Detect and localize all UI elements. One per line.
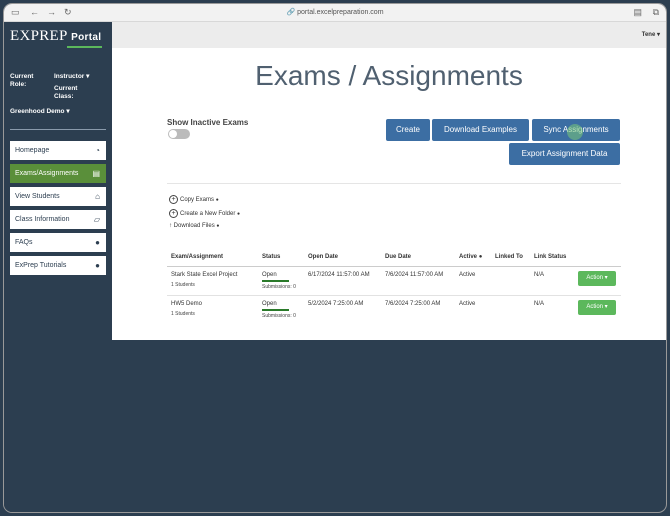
nav-view-students[interactable]: View Students ⌂ bbox=[10, 187, 106, 206]
institution-icon: ⌂ bbox=[95, 192, 100, 201]
divider bbox=[10, 129, 106, 130]
student-count: 1 Students bbox=[171, 282, 195, 288]
submissions: Submissions: 0 bbox=[262, 313, 296, 319]
plus-circle-icon: + bbox=[169, 209, 178, 218]
logo: EXPREP Portal bbox=[10, 28, 102, 44]
divider bbox=[167, 183, 621, 184]
question-circle-icon: ● bbox=[95, 261, 100, 270]
cursor-highlight bbox=[567, 124, 583, 140]
due-date: 7/6/2024 11:57:00 AM bbox=[385, 272, 444, 278]
status-open: Open bbox=[262, 272, 277, 278]
header-rule bbox=[167, 266, 621, 267]
show-inactive-label: Show Inactive Exams bbox=[167, 118, 249, 127]
nav-faqs[interactable]: FAQs ● bbox=[10, 233, 106, 252]
help-icon: ● bbox=[237, 211, 241, 218]
nav-exprep-tutorials[interactable]: ExPrep Tutorials ● bbox=[10, 256, 106, 275]
link-status: N/A bbox=[534, 272, 545, 278]
col-active[interactable]: Active ● bbox=[459, 254, 482, 260]
download-files-link[interactable]: ↑ Download Files ● bbox=[169, 221, 219, 231]
col-status[interactable]: Status bbox=[262, 254, 280, 260]
help-icon: ● bbox=[216, 223, 220, 229]
copy-exams-link[interactable]: + Copy Exams ● bbox=[169, 195, 219, 205]
main-content: Tene ▾ Exams / Assignments Show Inactive… bbox=[112, 22, 666, 340]
due-date: 7/6/2024 7:25:00 AM bbox=[385, 301, 441, 307]
class-dropdown[interactable]: Greenhood Demo ▾ bbox=[10, 108, 70, 116]
browser-toolbar: ▭ ← → ↻ 🔗 portal.excelpreparation.com ▤ … bbox=[4, 4, 666, 22]
role-dropdown[interactable]: Instructor ▾ bbox=[54, 73, 89, 81]
exam-name[interactable]: Stark State Excel Project bbox=[171, 272, 237, 278]
row-divider bbox=[167, 295, 621, 296]
col-exam[interactable]: Exam/Assignment bbox=[171, 254, 223, 260]
link-icon: 🔗 bbox=[286, 9, 298, 16]
arrow-up-icon: ↑ bbox=[169, 223, 172, 229]
page-title: Exams / Assignments bbox=[255, 60, 523, 91]
address-bar[interactable]: 🔗 portal.excelpreparation.com bbox=[4, 7, 666, 18]
help-icon: ● bbox=[215, 197, 219, 204]
tabs-icon[interactable]: ⧉ bbox=[653, 7, 659, 18]
file-icon: ▤ bbox=[92, 169, 100, 178]
col-link-status[interactable]: Link Status bbox=[534, 254, 566, 260]
exam-name[interactable]: HW5 Demo bbox=[171, 301, 202, 307]
open-date: 5/2/2024 7:25:00 AM bbox=[308, 301, 364, 307]
nav-exams-assignments[interactable]: Exams/Assignments ▤ bbox=[10, 164, 106, 183]
active-status: Active bbox=[459, 272, 476, 278]
show-inactive-toggle[interactable] bbox=[168, 129, 190, 139]
sidebar: EXPREP Portal Current Role: Instructor ▾… bbox=[4, 22, 111, 512]
active-status: Active bbox=[459, 301, 476, 307]
reader-icon[interactable]: ▤ bbox=[633, 7, 642, 18]
user-menu[interactable]: Tene ▾ bbox=[642, 31, 660, 38]
status-open: Open bbox=[262, 301, 277, 307]
link-status: N/A bbox=[534, 301, 545, 307]
plus-circle-icon: + bbox=[169, 195, 178, 204]
top-bar: Tene ▾ bbox=[112, 22, 666, 48]
status-bar bbox=[262, 280, 289, 282]
col-linked-to[interactable]: Linked To bbox=[495, 254, 523, 260]
col-open-date[interactable]: Open Date bbox=[308, 254, 338, 260]
dashboard-icon: ◔ bbox=[95, 146, 100, 155]
create-button[interactable]: Create bbox=[386, 119, 430, 141]
nav-homepage[interactable]: Homepage ◔ bbox=[10, 141, 106, 160]
help-icon: ● bbox=[478, 254, 483, 260]
status-bar bbox=[262, 309, 289, 311]
question-circle-icon: ● bbox=[95, 238, 100, 247]
action-button[interactable]: Action ▾ bbox=[578, 271, 616, 286]
action-button[interactable]: Action ▾ bbox=[578, 300, 616, 315]
submissions: Submissions: 0 bbox=[262, 284, 296, 290]
logo-underline bbox=[67, 46, 102, 48]
folder-open-icon: ▱ bbox=[93, 215, 100, 224]
export-assignment-data-button[interactable]: Export Assignment Data bbox=[509, 143, 620, 165]
nav-class-information[interactable]: Class Information ▱ bbox=[10, 210, 106, 229]
student-count: 1 Students bbox=[171, 311, 195, 317]
create-folder-link[interactable]: + Create a New Folder ● bbox=[169, 209, 240, 219]
browser-window: ▭ ← → ↻ 🔗 portal.excelpreparation.com ▤ … bbox=[4, 4, 666, 512]
col-due-date[interactable]: Due Date bbox=[385, 254, 411, 260]
download-examples-button[interactable]: Download Examples bbox=[432, 119, 529, 141]
open-date: 6/17/2024 11:57:00 AM bbox=[308, 272, 370, 278]
current-class-label: Current Class: bbox=[54, 85, 78, 100]
current-role-label: Current Role: bbox=[10, 73, 34, 88]
